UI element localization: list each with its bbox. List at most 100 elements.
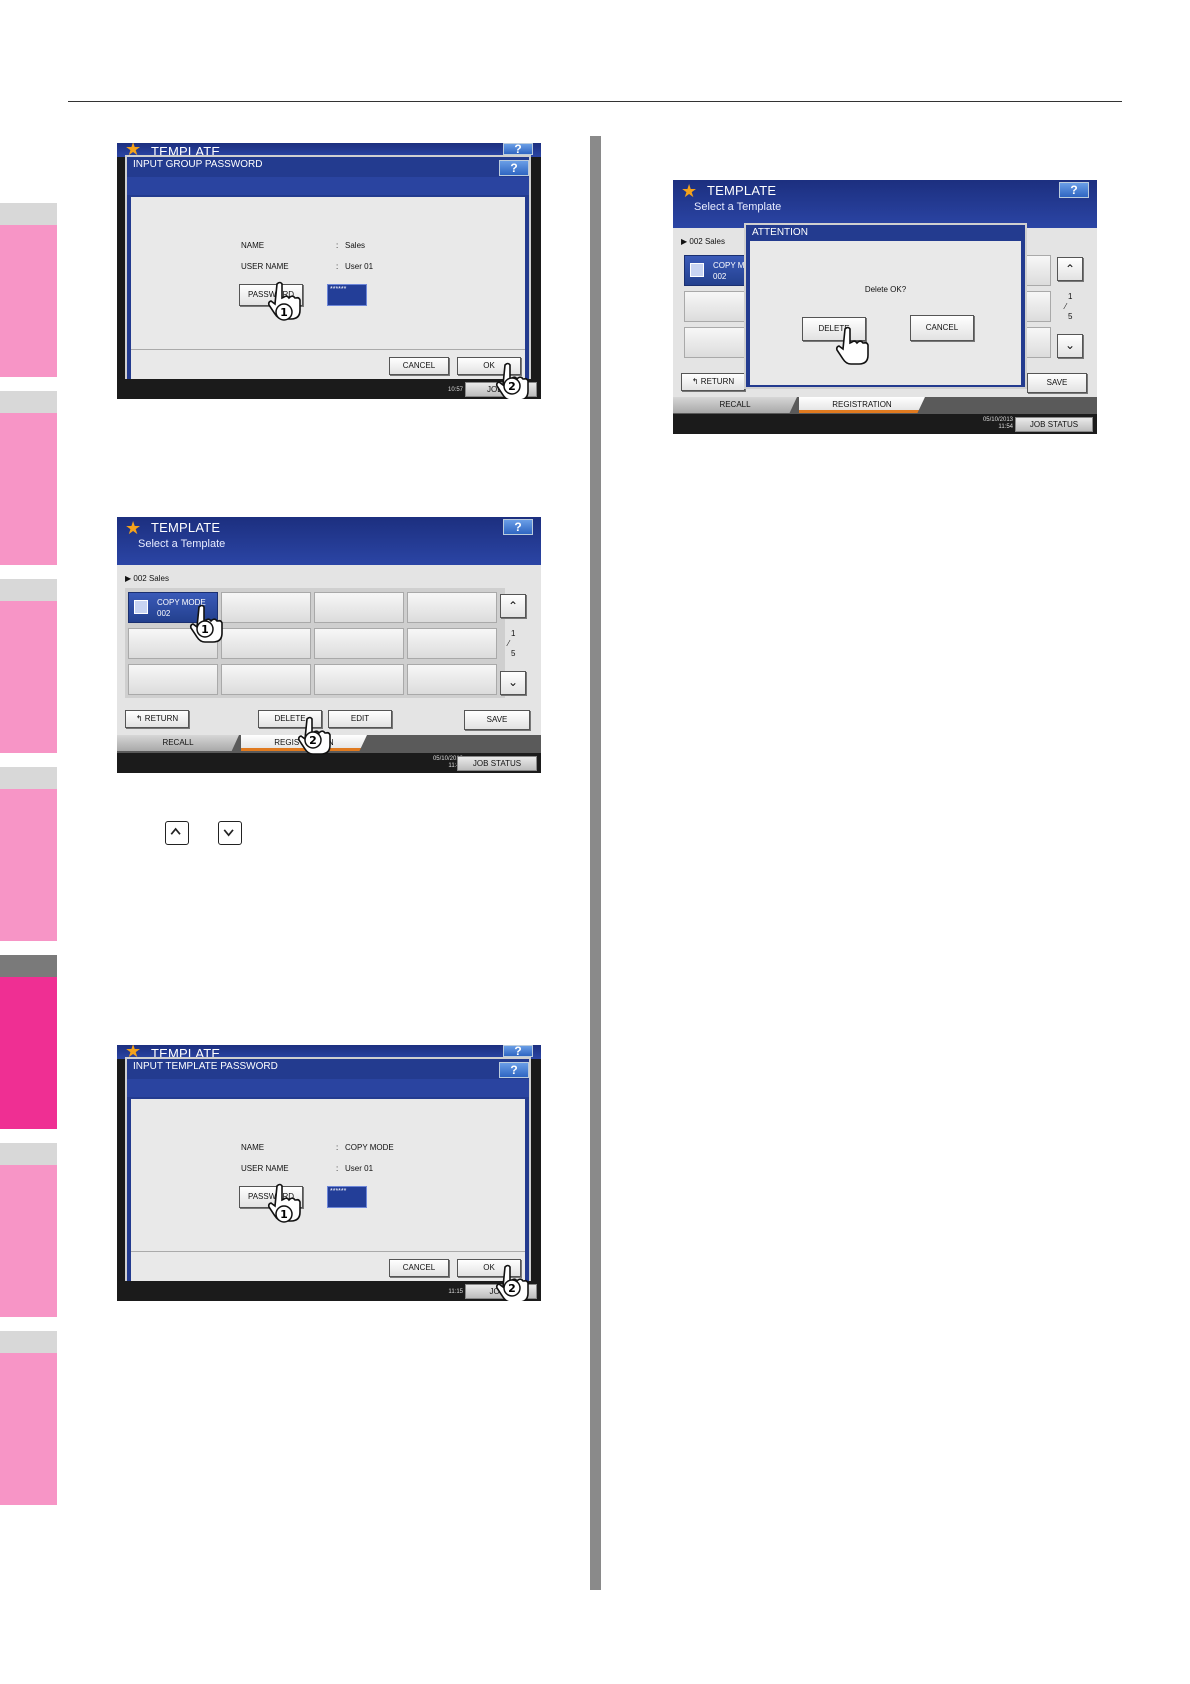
scroll-up-button[interactable]: ⌃ [500, 594, 526, 618]
svg-text:1: 1 [201, 623, 209, 636]
svg-text:1: 1 [280, 1208, 288, 1221]
template-tile[interactable] [407, 664, 497, 695]
password-field[interactable]: ****** [327, 284, 367, 306]
status-time: 10:57 [447, 387, 463, 393]
scroll-up-button[interactable]: ⌃ [1057, 257, 1083, 281]
help-button[interactable]: ? [503, 143, 533, 155]
template-tile[interactable] [221, 628, 311, 659]
template-tile[interactable] [128, 664, 218, 695]
chevron-up-icon: ⌃ [507, 599, 519, 613]
template-title: TEMPLATE [707, 183, 777, 198]
status-time: 11:54 [998, 424, 1013, 430]
side-tab-4[interactable] [0, 767, 57, 941]
status-time: 11:15 [448, 1289, 463, 1295]
save-button[interactable]: SAVE [1027, 373, 1087, 393]
dialog-body: NAME : COPY MODE USER NAME : User 01 PAS… [131, 1099, 525, 1283]
screenshot-attention: ★ TEMPLATE Select a Template ? ▶ 002 Sal… [673, 180, 1097, 434]
name-value: COPY MODE [345, 1143, 394, 1152]
step-2-badge-icon: 2 [304, 731, 322, 749]
user-name-value: User 01 [345, 1164, 374, 1173]
template-tile[interactable] [314, 664, 404, 695]
group-label: 002 Sales [133, 574, 169, 583]
status-bar: 11:15 JOB S [117, 1281, 541, 1301]
user-name-label: USER NAME [241, 262, 289, 271]
page-current: 1 [511, 629, 516, 638]
status-bar: 05/10/2013 11:54 JOB STATUS [673, 414, 1097, 434]
template-tile[interactable] [314, 592, 404, 623]
job-status-button[interactable]: JOB STATUS [457, 756, 537, 771]
template-password-dialog: INPUT TEMPLATE PASSWORD ? NAME : COPY MO… [125, 1057, 531, 1285]
name-value: Sales [345, 241, 366, 250]
template-subtitle: Select a Template [138, 538, 226, 550]
dialog-body: NAME : Sales USER NAME : User 01 PASSWOR… [131, 197, 525, 381]
step-2-badge-icon: 2 [503, 1279, 521, 1297]
scroll-down-arrow-icon [218, 821, 242, 845]
cancel-button[interactable]: CANCEL [389, 357, 449, 375]
cancel-button[interactable]: CANCEL [910, 315, 974, 341]
group-label: 002 Sales [689, 237, 725, 246]
name-label: NAME [241, 1143, 265, 1152]
chevron-up-icon: ⌃ [1064, 262, 1076, 276]
template-title: TEMPLATE [151, 520, 221, 535]
screenshot-select-template: ★ TEMPLATE Select a Template ? ▶ 002 Sal… [117, 517, 541, 773]
scroll-down-button[interactable]: ⌄ [1057, 334, 1083, 358]
tab-recall[interactable]: RECALL [117, 735, 239, 751]
template-tile[interactable] [407, 592, 497, 623]
user-name-value: User 01 [345, 262, 374, 271]
side-tab-2[interactable] [0, 391, 57, 565]
side-tab-6[interactable] [0, 1143, 57, 1317]
scroll-up-arrow-icon [165, 821, 189, 845]
screenshot-template-password: ★ TEMPLATE ? INPUT TEMPLATE PASSWORD ? N… [117, 1045, 541, 1301]
template-header: ★ TEMPLATE Select a Template ? [673, 180, 1097, 228]
copy-template-icon [134, 600, 148, 614]
template-tile[interactable] [1023, 255, 1051, 286]
step-1-badge-icon: 1 [196, 620, 214, 638]
page-total: 5 [511, 649, 516, 658]
dialog-help-button[interactable]: ? [499, 1062, 529, 1078]
confirm-message: Delete OK? [864, 285, 907, 294]
tab-recall[interactable]: RECALL [673, 397, 797, 413]
template-tile[interactable] [221, 592, 311, 623]
svg-text:2: 2 [508, 1282, 516, 1295]
svg-text:2: 2 [309, 734, 317, 747]
svg-text:1: 1 [280, 306, 288, 319]
side-tab-3[interactable] [0, 579, 57, 753]
side-tab-1[interactable] [0, 203, 57, 377]
step-2-badge-icon: 2 [503, 377, 521, 395]
dialog-title: INPUT GROUP PASSWORD [133, 159, 263, 170]
mode-tabs: RECALL REGISTRATION [673, 397, 1097, 415]
column-divider [590, 136, 601, 1590]
status-date: 05/10/2013 [982, 417, 1013, 423]
svg-text:2: 2 [508, 380, 516, 393]
attention-dialog: ATTENTION Delete OK? DELETE CANCEL [744, 223, 1027, 389]
save-button[interactable]: SAVE [464, 710, 530, 730]
help-button[interactable]: ? [503, 1045, 533, 1057]
template-tile[interactable] [1023, 327, 1051, 358]
template-tile[interactable] [221, 664, 311, 695]
help-button[interactable]: ? [503, 519, 533, 535]
status-bar: 05/10/2013 11:49 JOB STATUS [117, 753, 541, 773]
side-tab-5-active[interactable] [0, 955, 57, 1129]
template-tile[interactable] [407, 628, 497, 659]
help-button[interactable]: ? [1059, 182, 1089, 198]
password-field[interactable]: ****** [327, 1186, 367, 1208]
return-arrow-icon: ↰ [691, 377, 701, 386]
template-tile[interactable] [1023, 291, 1051, 322]
job-status-button[interactable]: JOB STATUS [1015, 417, 1093, 432]
cancel-button[interactable]: CANCEL [389, 1259, 449, 1277]
template-tile[interactable] [314, 628, 404, 659]
tab-registration[interactable]: REGISTRATION [799, 397, 925, 413]
return-button[interactable]: ↰ RETURN [681, 373, 745, 391]
edit-button[interactable]: EDIT [328, 710, 392, 728]
scroll-down-button[interactable]: ⌄ [500, 671, 526, 695]
step-1-badge-icon: 1 [275, 303, 293, 321]
step-1-badge-icon: 1 [275, 1205, 293, 1223]
side-tab-7[interactable] [0, 1331, 57, 1505]
dialog-help-button[interactable]: ? [499, 160, 529, 176]
status-bar: 10:57 JOB ST [117, 379, 541, 399]
return-arrow-icon: ↰ [135, 714, 145, 723]
chevron-down-icon: ⌄ [1064, 338, 1076, 352]
template-header: ★ TEMPLATE Select a Template ? [117, 517, 541, 565]
dialog-body: Delete OK? DELETE CANCEL [750, 241, 1021, 385]
return-button[interactable]: ↰ RETURN [125, 710, 189, 728]
